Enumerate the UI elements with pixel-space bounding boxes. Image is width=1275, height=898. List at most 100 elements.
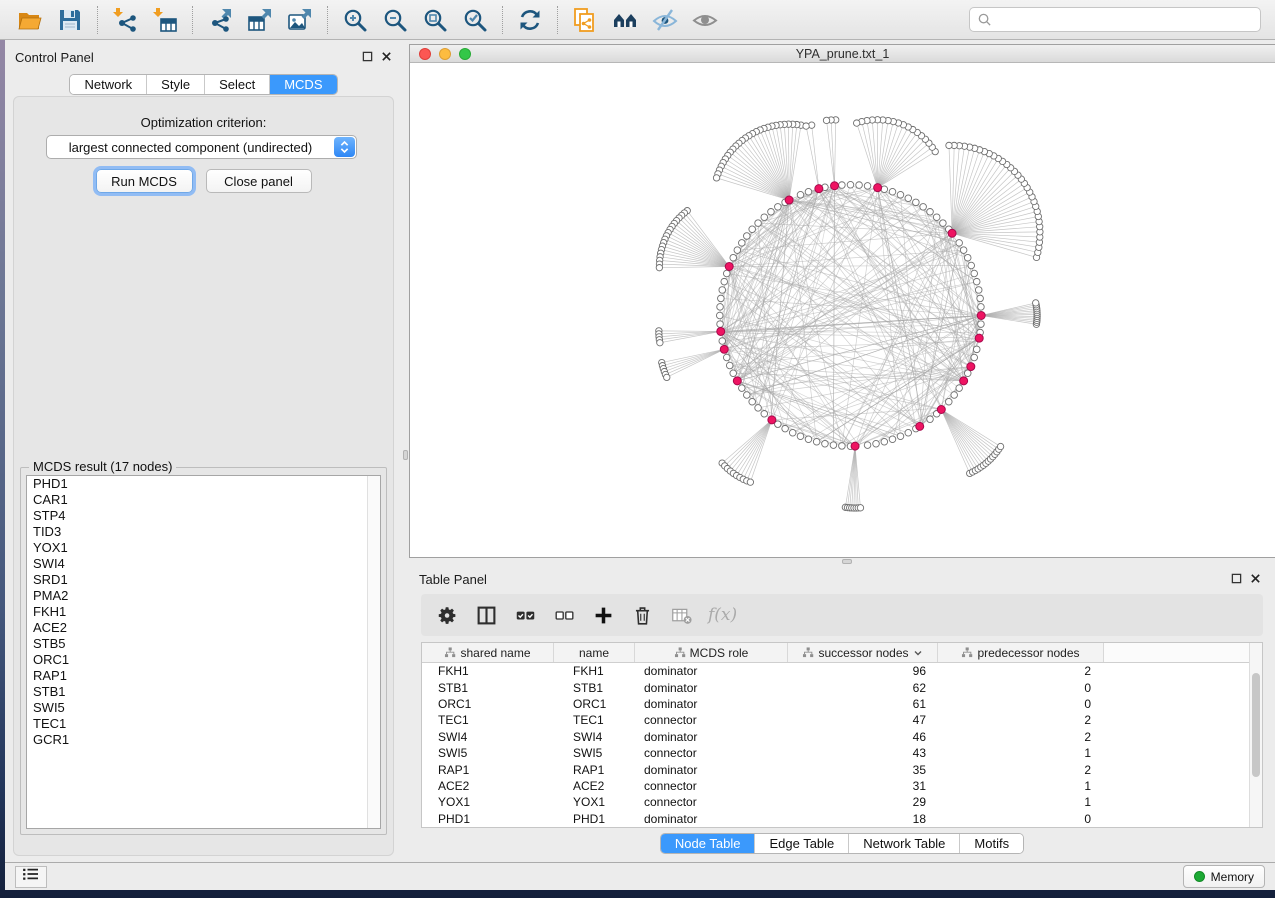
window-close-button[interactable] [419,48,431,60]
column-header-predecessor-nodes[interactable]: predecessor nodes [938,643,1104,662]
zoom-fit-button[interactable] [420,5,450,35]
table-row[interactable]: TEC1TEC1connector472 [422,712,1262,728]
tab-edge-table[interactable]: Edge Table [755,834,849,853]
horizontal-splitter[interactable] [409,558,1275,566]
column-header-name[interactable]: name [554,643,635,662]
table-header-row: shared namenameMCDS role successor nodes p… [422,643,1262,663]
zoom-in-button[interactable] [340,5,370,35]
float-panel-icon[interactable] [1231,572,1242,587]
mcds-result-item[interactable]: FKH1 [27,604,380,620]
column-label: successor nodes [818,646,908,660]
table-row[interactable]: RAP1RAP1dominator352 [422,761,1262,777]
mcds-result-item[interactable]: PHD1 [27,476,380,492]
cell-predecessor-nodes: 2 [938,763,1104,777]
export-network-button[interactable] [205,5,235,35]
mcds-result-list[interactable]: PHD1CAR1STP4TID3YOX1SWI4SRD1PMA2FKH1ACE2… [26,475,381,829]
mcds-result-item[interactable]: STP4 [27,508,380,524]
import-table-button[interactable] [150,5,180,35]
network-window-titlebar[interactable]: YPA_prune.txt_1 [410,45,1275,63]
create-column-button[interactable] [591,603,615,627]
cell-MCDS-role: dominator [635,812,788,826]
tab-mcds[interactable]: MCDS [270,75,336,94]
table-row[interactable]: SWI4SWI4dominator462 [422,729,1262,745]
column-header-shared-name[interactable]: shared name [422,643,554,662]
mcds-result-item[interactable]: SWI4 [27,556,380,572]
column-header-MCDS-role[interactable]: MCDS role [635,643,788,662]
scrollbar-thumb[interactable] [1252,673,1260,777]
tab-select[interactable]: Select [205,75,270,94]
mcds-result-item[interactable]: STB5 [27,636,380,652]
close-panel-button[interactable]: Close panel [206,169,312,193]
toolbar-separator [327,6,328,34]
open-folder-icon [17,7,43,33]
mcds-result-item[interactable]: GCR1 [27,732,380,748]
table-row[interactable]: PHD1PHD1dominator180 [422,811,1262,827]
unselect-all-columns-button[interactable] [552,603,576,627]
close-panel-icon[interactable] [381,50,392,65]
mcds-result-item[interactable]: STB1 [27,684,380,700]
first-neighbors-button[interactable] [610,5,640,35]
mcds-result-item[interactable]: TEC1 [27,716,380,732]
save-session-button[interactable] [55,5,85,35]
mcds-list-scrollbar[interactable] [367,476,380,828]
cell-shared-name: FKH1 [422,664,554,678]
share-network-button[interactable] [570,5,600,35]
export-table-button[interactable] [245,5,275,35]
hide-selected-button[interactable] [650,5,680,35]
network-graph[interactable] [410,63,1275,557]
open-file-button[interactable] [15,5,45,35]
tab-style[interactable]: Style [147,75,205,94]
optimization-criterion-select[interactable]: largest connected component (undirected) [46,135,357,159]
mcds-result-item[interactable]: YOX1 [27,540,380,556]
mcds-result-item[interactable]: SRD1 [27,572,380,588]
network-canvas[interactable] [410,63,1275,557]
tab-network[interactable]: Network [70,75,147,94]
mcds-result-item[interactable]: TID3 [27,524,380,540]
mcds-result-item[interactable]: CAR1 [27,492,380,508]
memory-button[interactable]: Memory [1183,865,1265,888]
table-row[interactable]: SWI5SWI5connector431 [422,745,1262,761]
table-row[interactable]: ORC1ORC1dominator610 [422,696,1262,712]
close-panel-icon[interactable] [1250,572,1261,587]
table-row[interactable]: STB1STB1dominator620 [422,679,1262,695]
command-list-button[interactable] [15,866,47,888]
cell-predecessor-nodes: 2 [938,713,1104,727]
mcds-result-item[interactable]: ACE2 [27,620,380,636]
mcds-result-title: MCDS result (17 nodes) [29,459,176,474]
zoom-selected-button[interactable] [460,5,490,35]
table-scrollbar[interactable] [1249,643,1262,827]
tab-network-table[interactable]: Network Table [849,834,960,853]
cell-name: FKH1 [554,664,635,678]
cell-predecessor-nodes: 0 [938,697,1104,711]
delete-columns-button[interactable] [630,603,654,627]
mcds-result-item[interactable]: RAP1 [27,668,380,684]
table-settings-button[interactable] [435,603,459,627]
combo-stepper-icon [334,137,355,157]
tab-node-table[interactable]: Node Table [661,834,756,853]
main-toolbar [0,0,1275,40]
search-input[interactable] [997,13,1253,27]
apply-layout-button[interactable] [515,5,545,35]
zoom-out-button[interactable] [380,5,410,35]
window-zoom-button[interactable] [459,48,471,60]
cell-predecessor-nodes: 0 [938,681,1104,695]
select-all-columns-button[interactable] [513,603,537,627]
mcds-result-item[interactable]: SWI5 [27,700,380,716]
mcds-result-item[interactable]: ORC1 [27,652,380,668]
vertical-splitter[interactable] [402,44,409,862]
table-row[interactable]: FKH1FKH1dominator962 [422,663,1262,679]
window-minimize-button[interactable] [439,48,451,60]
cell-predecessor-nodes: 1 [938,746,1104,760]
tab-motifs[interactable]: Motifs [960,834,1023,853]
float-panel-icon[interactable] [362,50,373,65]
import-network-button[interactable] [110,5,140,35]
run-mcds-button[interactable]: Run MCDS [96,169,193,193]
table-row[interactable]: ACE2ACE2connector311 [422,778,1262,794]
column-header-successor-nodes[interactable]: successor nodes [788,643,938,662]
show-columns-button[interactable] [474,603,498,627]
export-image-button[interactable] [285,5,315,35]
search-box[interactable] [969,7,1261,32]
mcds-result-item[interactable]: PMA2 [27,588,380,604]
table-row[interactable]: YOX1YOX1connector291 [422,794,1262,810]
cell-successor-nodes: 96 [788,664,938,678]
